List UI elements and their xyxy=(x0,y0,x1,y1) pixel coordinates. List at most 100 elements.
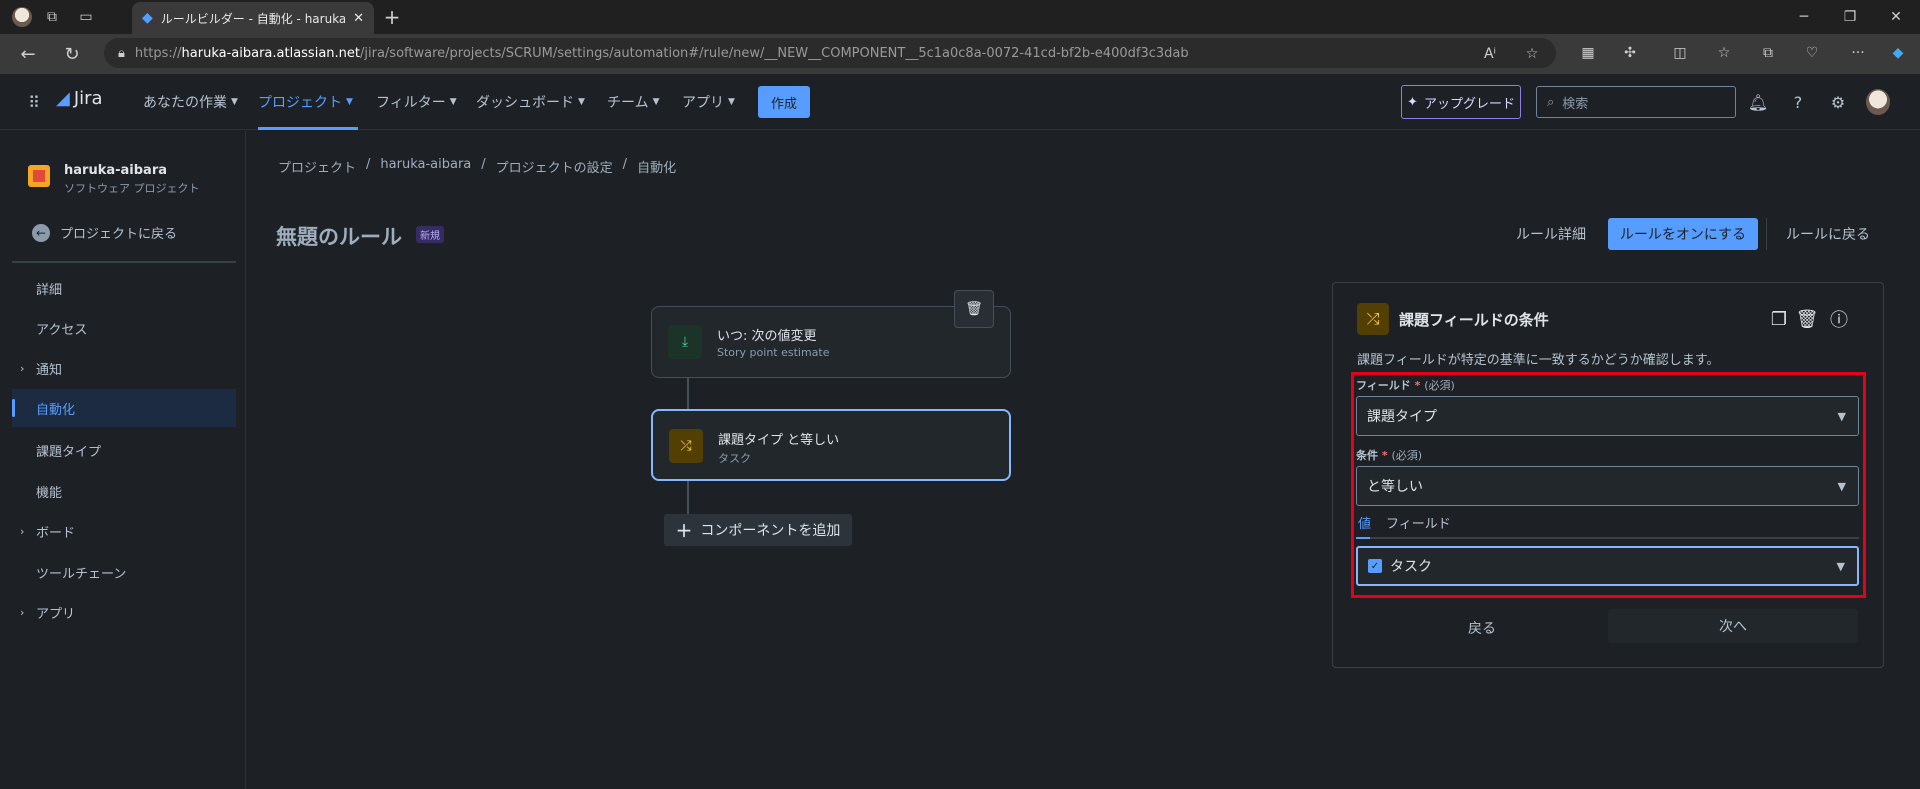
condition-node[interactable]: ⤮ 課題タイプ と等しい タスク xyxy=(651,409,1011,481)
condition-label: 条件 * (必須) xyxy=(1356,449,1423,462)
chevron-down-icon: ▼ xyxy=(1837,479,1846,493)
sparkle-icon: ✦ xyxy=(1407,94,1418,110)
condition-subtitle: タスク xyxy=(718,452,751,465)
sidebar-item-apps[interactable]: › アプリ xyxy=(12,593,236,631)
rule-details-button[interactable]: ルール詳細 xyxy=(1516,224,1586,244)
minimize-icon[interactable]: ─ xyxy=(1792,5,1816,29)
chevron-down-icon: ▼ xyxy=(231,97,238,107)
sidebar-item-features[interactable]: 機能 xyxy=(12,472,236,510)
app-switcher-icon[interactable]: ⠿ xyxy=(22,90,46,114)
browser-essentials-icon[interactable]: ♡ xyxy=(1800,41,1824,65)
favorite-star-icon[interactable]: ☆ xyxy=(1520,42,1544,66)
chevron-down-icon: ▼ xyxy=(1837,409,1846,423)
copilot-icon[interactable]: ◆ xyxy=(1886,41,1910,65)
condition-select[interactable]: と等しい ▼ xyxy=(1356,466,1859,506)
tab-actions-icon[interactable]: ▭ xyxy=(74,5,98,29)
checkbox-checked-icon: ✓ xyxy=(1368,559,1382,573)
url-text: https://haruka-aibara.atlassian.net/jira… xyxy=(134,45,1189,61)
field-select[interactable]: 課題タイプ ▼ xyxy=(1356,396,1859,436)
help-icon[interactable]: ⓘ xyxy=(1825,305,1853,333)
value-select[interactable]: ✓ タスク ▼ xyxy=(1356,546,1859,586)
tab-active-indicator xyxy=(1356,537,1370,539)
shuffle-condition-icon: ⤮ xyxy=(1357,303,1389,335)
back-button[interactable]: 戻る xyxy=(1468,618,1496,638)
address-bar[interactable]: 🔒︎ https://haruka-aibara.atlassian.net/j… xyxy=(104,38,1556,68)
back-arrow-icon[interactable]: ← xyxy=(16,42,40,66)
read-aloud-icon[interactable]: Aⁱ xyxy=(1478,42,1502,66)
breadcrumb-project[interactable]: haruka-aibara xyxy=(380,157,471,176)
chevron-down-icon: ▼ xyxy=(728,97,735,107)
breadcrumb-automation[interactable]: 自動化 xyxy=(637,157,676,176)
flow-connector xyxy=(687,378,689,409)
breadcrumb-project-settings[interactable]: プロジェクトの設定 xyxy=(496,157,613,176)
sidebar-item-details[interactable]: 詳細 xyxy=(12,269,236,307)
sidebar-item-toolchain[interactable]: ツールチェーン xyxy=(12,553,236,591)
project-logo xyxy=(28,165,50,187)
browser-tab-bar: ⧉ ▭ ◆ ルールビルダー - 自動化 - haruka-aib ✕ + ─ ❐… xyxy=(0,0,1920,34)
nav-your-work[interactable]: あなたの作業 ▼ xyxy=(143,92,238,112)
turn-on-rule-button[interactable]: ルールをオンにする xyxy=(1608,218,1758,250)
shuffle-condition-icon: ⤮ xyxy=(669,429,703,463)
help-icon[interactable]: ? xyxy=(1786,90,1810,114)
create-button[interactable]: 作成 xyxy=(758,86,810,118)
notifications-icon[interactable]: 🔔︎ xyxy=(1746,90,1770,114)
nav-filters[interactable]: フィルター ▼ xyxy=(376,92,457,112)
breadcrumb-projects[interactable]: プロジェクト xyxy=(278,157,356,176)
project-type: ソフトウェア プロジェクト xyxy=(64,182,200,195)
site-info-icon[interactable]: 🔒︎ xyxy=(118,46,125,61)
reload-icon[interactable]: ↻ xyxy=(60,42,84,66)
extensions-icon[interactable]: ✣ xyxy=(1618,41,1642,65)
browser-tab-active[interactable]: ◆ ルールビルダー - 自動化 - haruka-aib ✕ xyxy=(132,2,374,34)
arrow-left-icon: ← xyxy=(32,223,50,242)
trash-icon[interactable]: 🗑︎ xyxy=(1793,305,1821,333)
plus-icon: + xyxy=(675,518,693,542)
profile-avatar[interactable] xyxy=(1866,89,1890,115)
workspaces-icon[interactable]: ⧉ xyxy=(40,5,64,29)
split-screen-icon[interactable]: ◫ xyxy=(1668,41,1692,65)
nav-teams[interactable]: チーム ▼ xyxy=(607,92,660,112)
nav-active-indicator xyxy=(258,127,358,130)
qr-icon[interactable]: ▦ xyxy=(1576,41,1600,65)
copy-icon[interactable]: ❐ xyxy=(1765,305,1793,333)
back-to-project-link[interactable]: ← プロジェクトに戻る xyxy=(32,223,177,242)
search-input[interactable]: ⌕ 検索 xyxy=(1536,86,1736,118)
jira-top-nav: ⠿ ◢ Jira あなたの作業 ▼ プロジェクト ▼ フィルター ▼ ダッシュボード ▼… xyxy=(0,74,1920,130)
project-sidebar: haruka-aibara ソフトウェア プロジェクト ← プロジェクトに戻る … xyxy=(0,131,246,789)
chevron-down-icon: ▼ xyxy=(1836,559,1845,573)
trigger-title: いつ: 次の値変更 xyxy=(717,329,817,344)
add-component-button[interactable]: + コンポーネントを追加 xyxy=(664,514,852,546)
close-tab-icon[interactable]: ✕ xyxy=(353,11,364,26)
tab-field[interactable]: フィールド xyxy=(1386,513,1451,532)
sidebar-item-boards[interactable]: › ボード xyxy=(12,512,236,550)
trigger-subtitle: Story point estimate xyxy=(717,346,830,359)
value-tabs: 値 フィールド xyxy=(1356,513,1859,539)
profile-avatar-icon[interactable] xyxy=(10,5,34,29)
sidebar-item-issue-types[interactable]: 課題タイプ xyxy=(12,431,236,469)
chevron-right-icon: › xyxy=(20,524,25,538)
more-menu-icon[interactable]: ··· xyxy=(1846,41,1870,65)
tab-value[interactable]: 値 xyxy=(1358,513,1371,532)
chevron-right-icon: › xyxy=(20,361,25,375)
nav-apps[interactable]: アプリ ▼ xyxy=(682,92,735,112)
jira-logo-icon: ◢ xyxy=(56,88,70,109)
sidebar-item-automation[interactable]: 自動化 xyxy=(12,389,236,427)
new-tab-icon[interactable]: + xyxy=(380,5,404,29)
chevron-down-icon: ▼ xyxy=(578,97,585,107)
upgrade-button[interactable]: ✦ アップグレード xyxy=(1401,85,1521,119)
favorites-icon[interactable]: ☆ xyxy=(1712,41,1736,65)
rule-title[interactable]: 無題のルール xyxy=(276,221,402,251)
breadcrumb: プロジェクト / haruka-aibara / プロジェクトの設定 / 自動化 xyxy=(278,157,676,176)
close-window-icon[interactable]: ✕ xyxy=(1884,5,1908,29)
sidebar-item-access[interactable]: アクセス xyxy=(12,309,236,347)
settings-gear-icon[interactable]: ⚙ xyxy=(1826,90,1850,114)
jira-logo[interactable]: ◢ Jira xyxy=(56,88,103,109)
restore-icon[interactable]: ❐ xyxy=(1838,5,1862,29)
nav-projects[interactable]: プロジェクト ▼ xyxy=(258,92,353,112)
breadcrumb-separator: / xyxy=(481,157,486,172)
delete-node-button[interactable]: 🗑︎ xyxy=(954,290,994,328)
collections-icon[interactable]: ⧉ xyxy=(1756,41,1780,65)
nav-dashboards[interactable]: ダッシュボード ▼ xyxy=(476,92,585,112)
back-to-rules-button[interactable]: ルールに戻る xyxy=(1786,224,1870,244)
next-button[interactable]: 次へ xyxy=(1608,609,1858,643)
sidebar-item-notifications[interactable]: › 通知 xyxy=(12,349,236,387)
